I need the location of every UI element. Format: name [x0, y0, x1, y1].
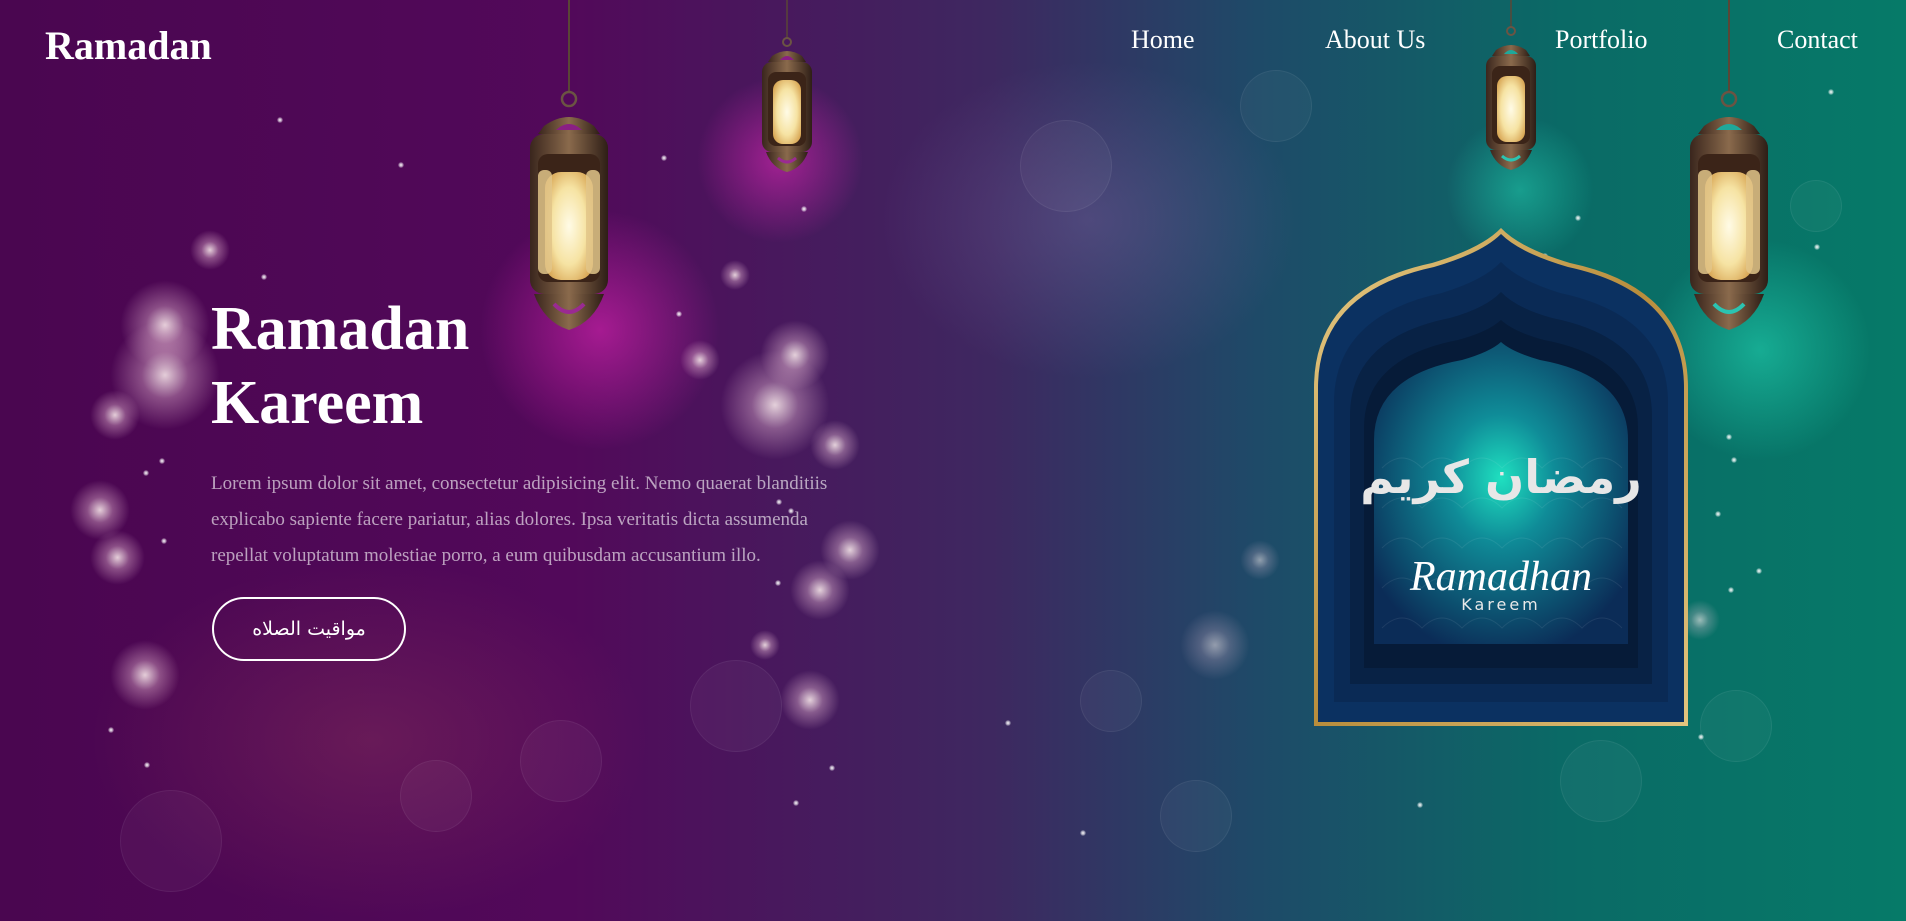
navbar: Ramadan Home About Us Portfolio Contact [0, 0, 1906, 84]
nav-link-about-us[interactable]: About Us [1325, 27, 1425, 53]
nav-link-contact[interactable]: Contact [1777, 27, 1858, 53]
prayer-times-button[interactable]: مواقيت الصلاه [212, 597, 406, 661]
nav-link-portfolio[interactable]: Portfolio [1555, 27, 1647, 53]
card-subtitle: Kareem [1461, 595, 1541, 614]
hero-description-line3: repellat voluptatum molestiae porro, a e… [211, 545, 761, 566]
hero-title-line1: Ramadan [211, 295, 470, 363]
hero-description-line2: explicabo sapiente facere pariatur, alia… [211, 509, 808, 530]
arabic-calligraphy: رمضان كريم [1360, 450, 1642, 504]
hero-description: Lorem ipsum dolor sit amet, consectetur … [211, 466, 871, 574]
mosque-arch-icon: رمضان كريم Ramadhan Kareem [1314, 228, 1688, 726]
hero-title: Ramadan Kareem [211, 292, 611, 440]
card-script-title: Ramadhan [1409, 554, 1592, 600]
brand-logo[interactable]: Ramadan [45, 26, 212, 66]
hero-title-line2: Kareem [211, 369, 424, 437]
hero-description-line1: Lorem ipsum dolor sit amet, consectetur … [211, 473, 828, 494]
nav-link-home[interactable]: Home [1131, 27, 1195, 53]
